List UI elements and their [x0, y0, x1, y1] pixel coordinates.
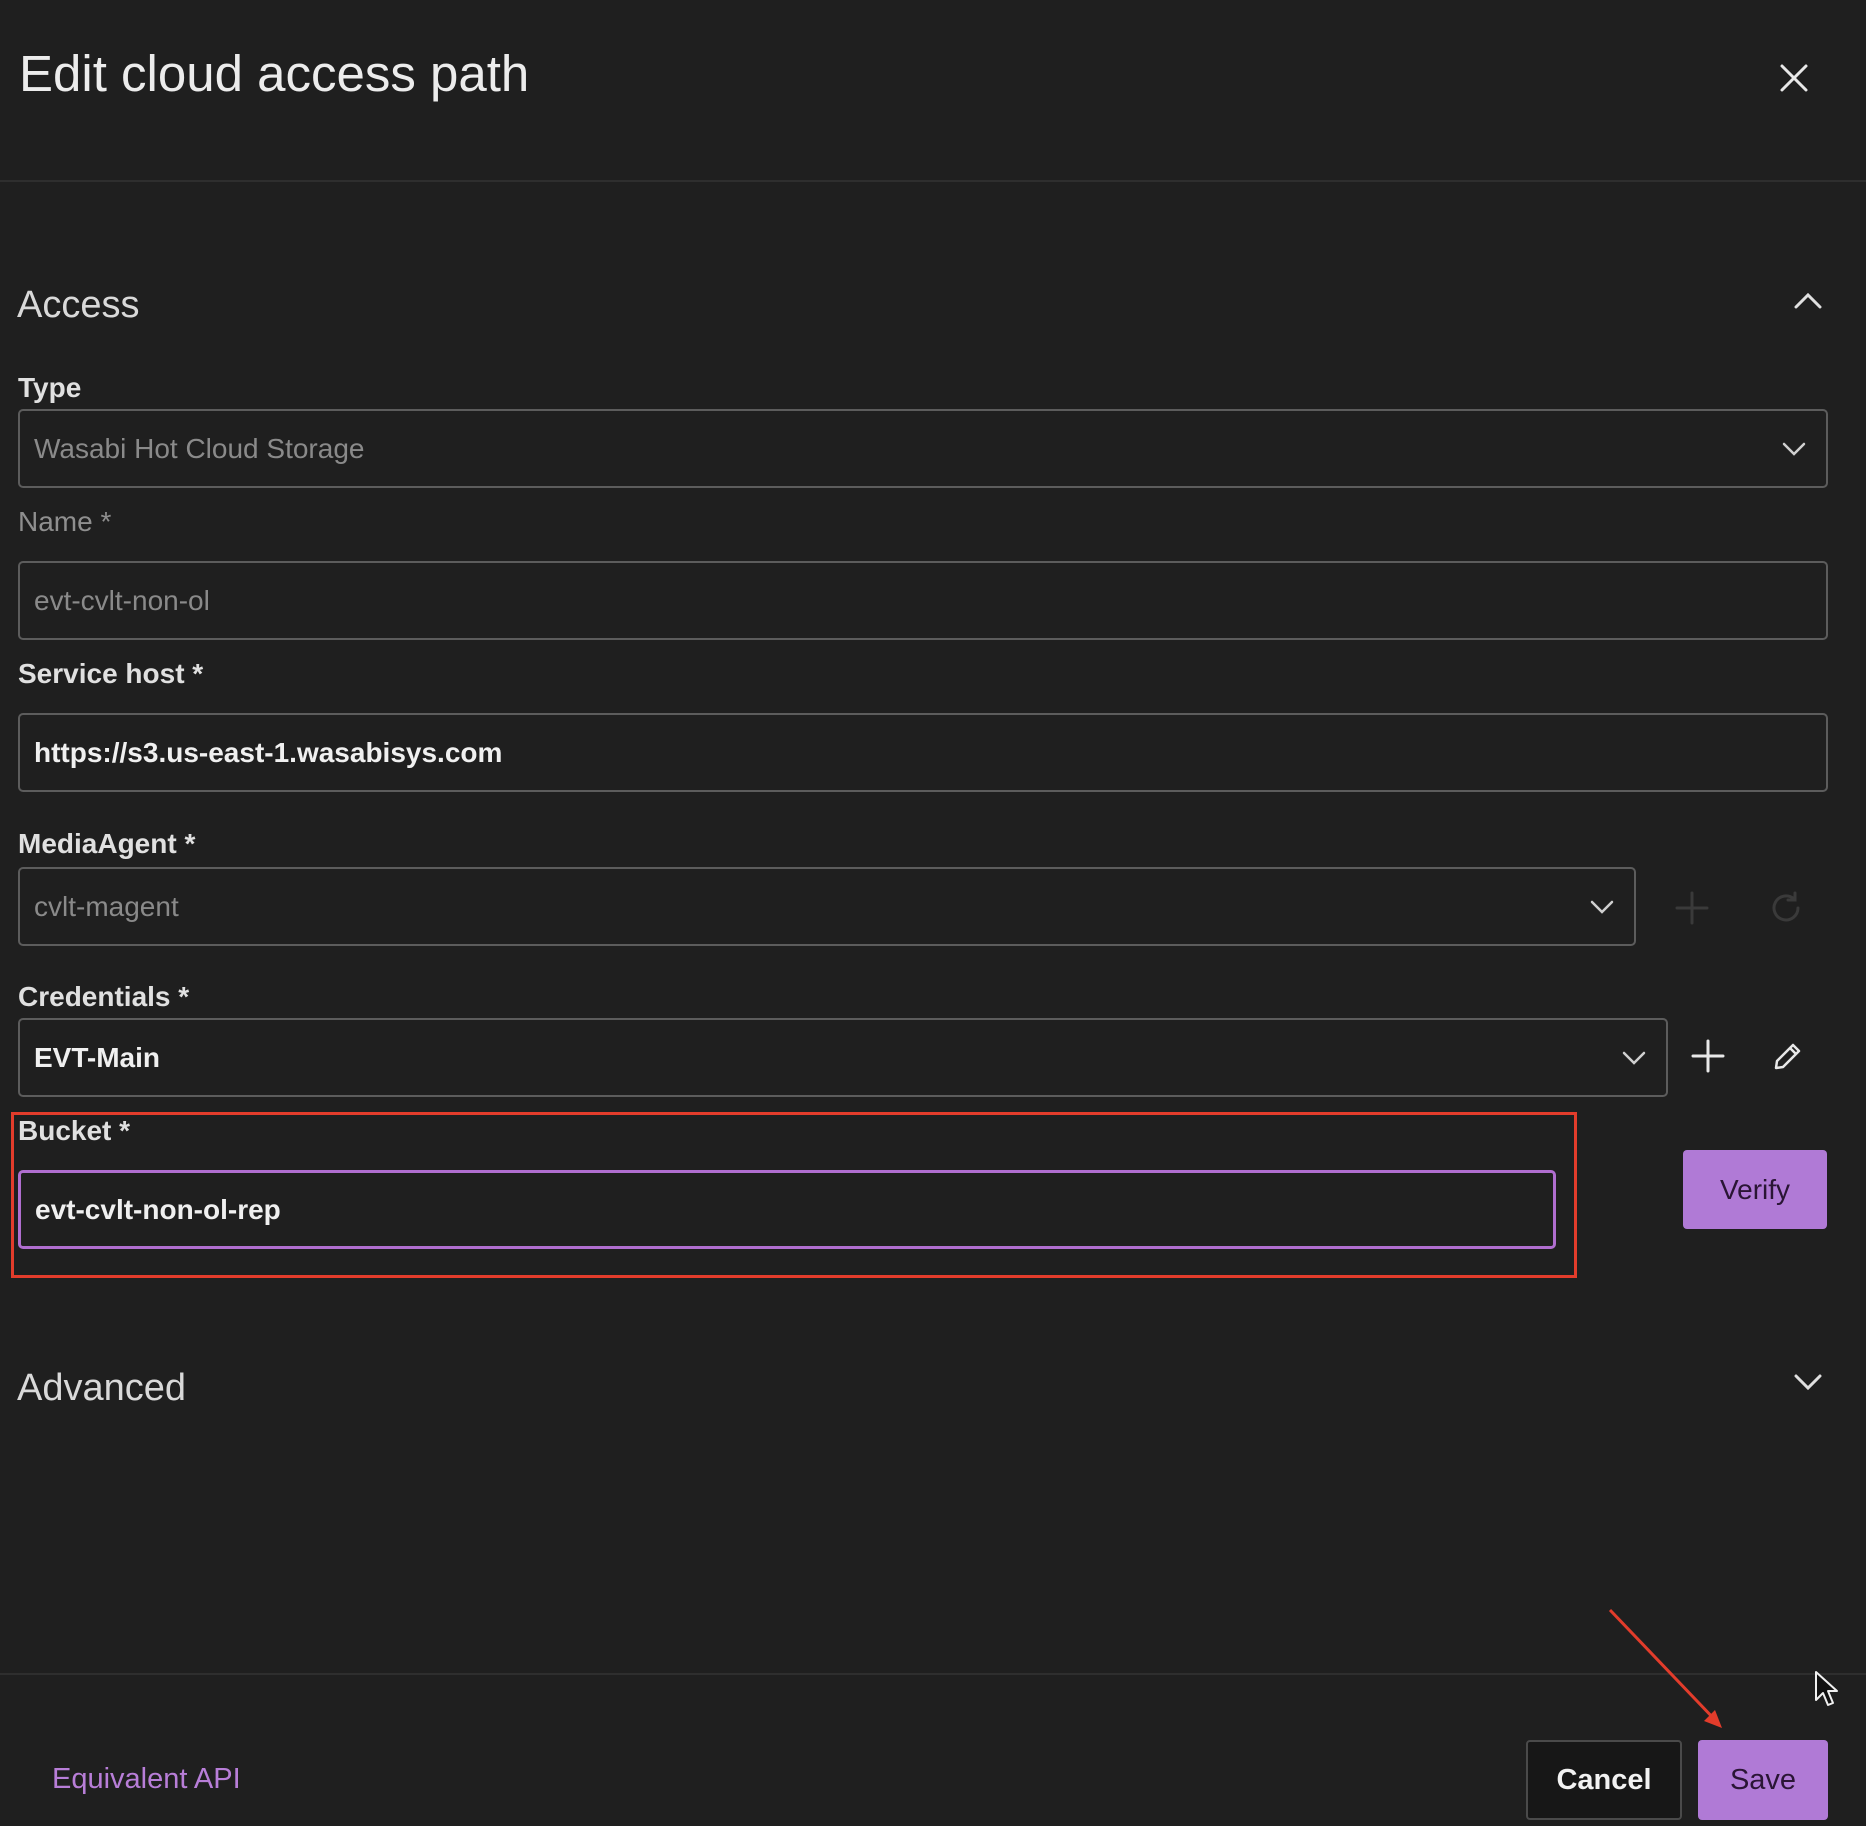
footer-divider: [0, 1673, 1866, 1675]
chevron-down-icon: [1776, 431, 1812, 467]
type-select[interactable]: Wasabi Hot Cloud Storage: [18, 409, 1828, 488]
dialog-title: Edit cloud access path: [19, 45, 530, 102]
type-label: Type: [18, 372, 82, 403]
save-button[interactable]: Save: [1698, 1740, 1828, 1820]
access-section-title: Access: [17, 284, 140, 326]
edit-credentials-button[interactable]: [1760, 1028, 1816, 1084]
close-icon: [1780, 64, 1808, 92]
plus-icon: [1691, 1039, 1725, 1073]
type-value: Wasabi Hot Cloud Storage: [34, 432, 365, 464]
equivalent-api-link[interactable]: Equivalent API: [52, 1763, 241, 1796]
name-field[interactable]: evt-cvlt-non-ol: [18, 561, 1828, 640]
advanced-expand-button[interactable]: [1783, 1357, 1833, 1407]
service-host-field[interactable]: https://s3.us-east-1.wasabisys.com: [18, 713, 1828, 792]
pencil-icon: [1774, 1043, 1801, 1070]
mouse-cursor-icon: [1815, 1671, 1838, 1706]
cancel-button[interactable]: Cancel: [1526, 1740, 1682, 1820]
refresh-media-agent-button[interactable]: [1758, 880, 1814, 936]
highlight-box: [11, 1112, 1577, 1278]
add-credentials-button[interactable]: [1680, 1028, 1736, 1084]
credentials-select[interactable]: EVT-Main: [18, 1018, 1668, 1097]
media-agent-select[interactable]: cvlt-magent: [18, 867, 1636, 946]
plus-icon: [1675, 891, 1709, 925]
chevron-down-icon: [1616, 1040, 1652, 1076]
advanced-section-title: Advanced: [17, 1367, 187, 1409]
header-divider: [0, 180, 1866, 182]
media-agent-value: cvlt-magent: [34, 890, 179, 922]
name-value: evt-cvlt-non-ol: [34, 584, 210, 616]
chevron-up-icon: [1794, 292, 1822, 309]
credentials-value: EVT-Main: [34, 1041, 161, 1073]
annotation-arrow-icon: [1608, 1608, 1722, 1728]
close-button[interactable]: [1766, 50, 1822, 106]
service-host-label: Service host *: [18, 658, 204, 689]
chevron-down-icon: [1794, 1374, 1822, 1391]
chevron-down-icon: [1584, 889, 1620, 925]
access-collapse-button[interactable]: [1783, 276, 1833, 326]
media-agent-label: MediaAgent *: [18, 828, 196, 859]
credentials-label: Credentials *: [18, 981, 190, 1012]
add-media-agent-button[interactable]: [1664, 880, 1720, 936]
service-host-value: https://s3.us-east-1.wasabisys.com: [34, 736, 503, 768]
refresh-icon: [1772, 891, 1800, 922]
verify-button[interactable]: Verify: [1683, 1150, 1827, 1229]
name-label: Name *: [18, 506, 112, 537]
